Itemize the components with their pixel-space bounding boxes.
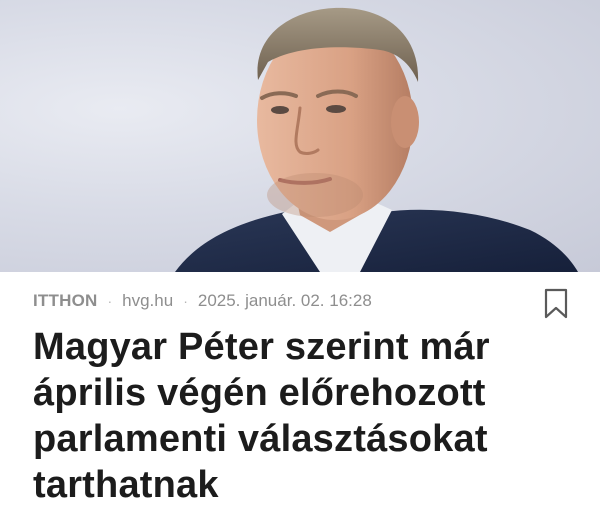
bookmark-button[interactable] — [544, 288, 568, 320]
portrait-illustration — [175, 7, 578, 272]
article-photo[interactable] — [0, 0, 600, 272]
article-title[interactable]: Magyar Péter szerint már április végén e… — [33, 324, 573, 508]
bookmark-icon — [544, 288, 568, 319]
meta-separator: · — [183, 293, 188, 309]
article-card[interactable]: ITTHON · hvg.hu · 2025. január. 02. 16:2… — [0, 0, 600, 516]
article-meta: ITTHON · hvg.hu · 2025. január. 02. 16:2… — [33, 290, 530, 312]
meta-separator: · — [107, 293, 113, 309]
source-label: hvg.hu — [122, 291, 174, 310]
publish-date: 2025. január. 02. 16:28 — [197, 291, 372, 310]
category-label[interactable]: ITTHON — [33, 291, 97, 311]
